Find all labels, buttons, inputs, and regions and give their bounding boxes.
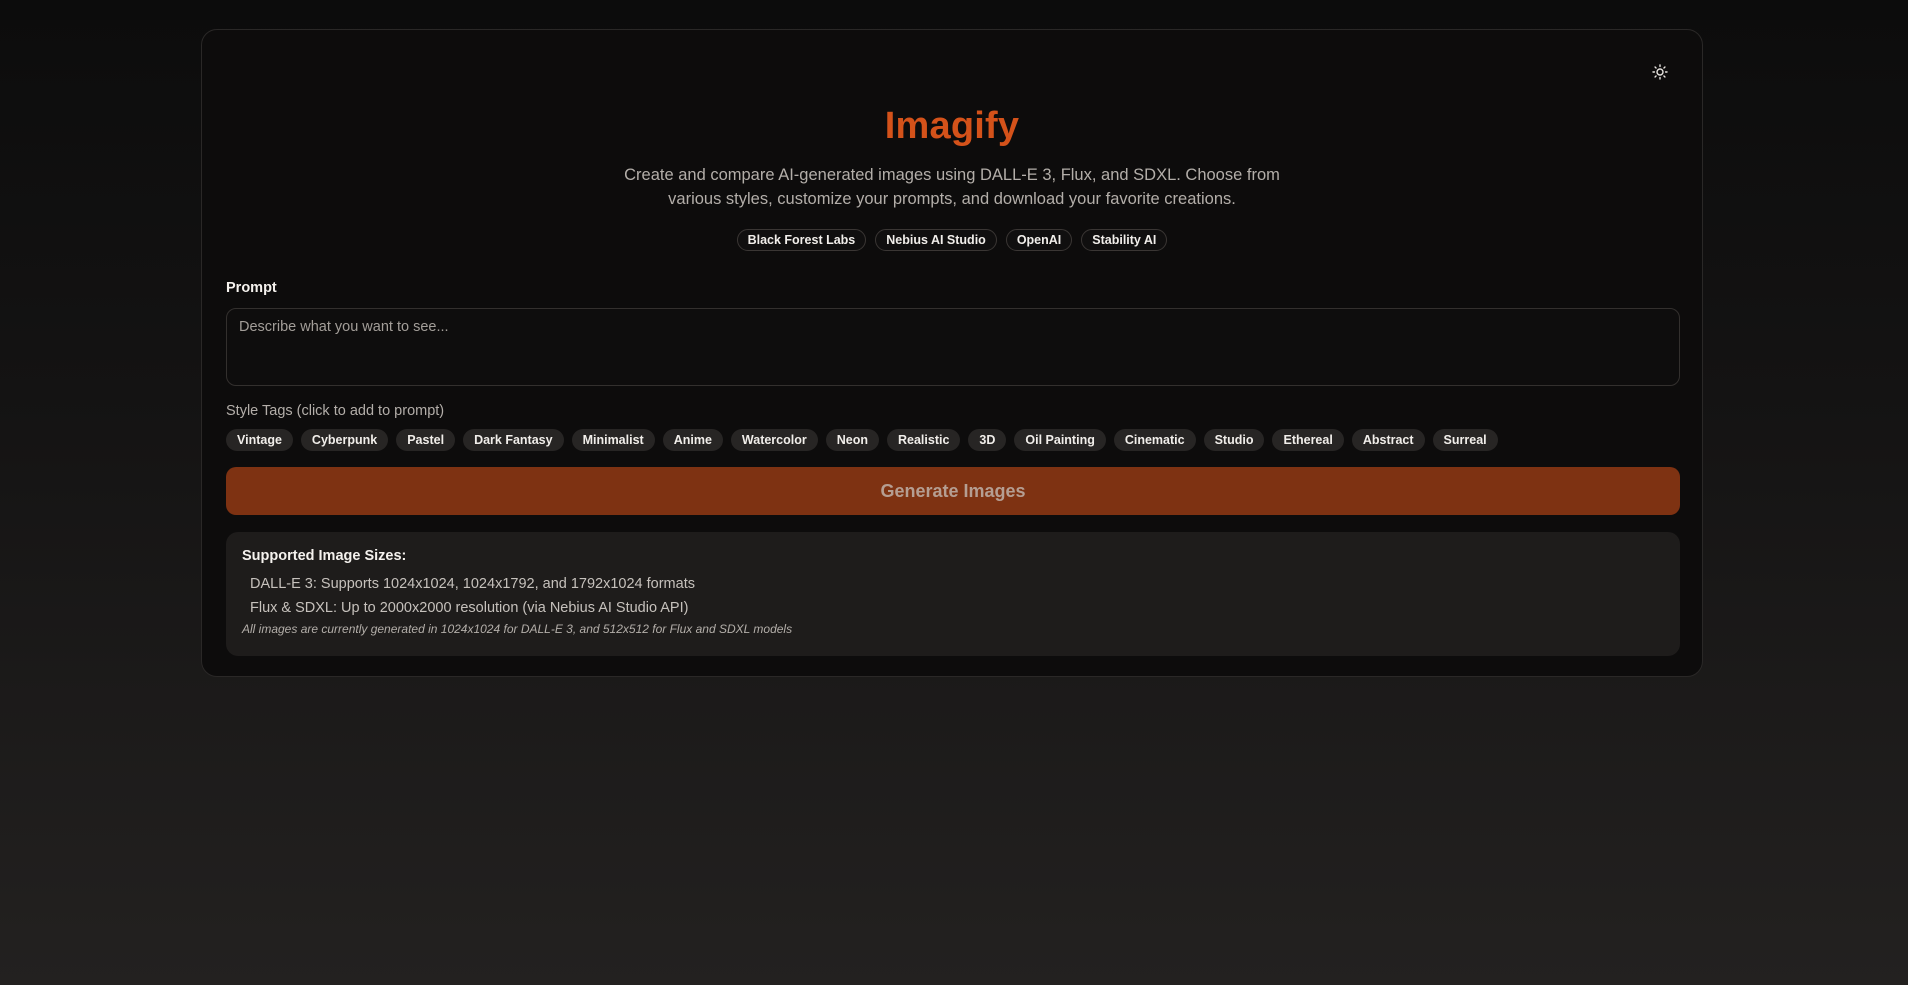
style-tag-3d[interactable]: 3D (968, 429, 1007, 451)
supported-sizes-title: Supported Image Sizes: (242, 548, 407, 564)
supported-sizes-note: All images are currently generated in 10… (242, 622, 793, 636)
provider-badge: OpenAI (1005, 229, 1073, 251)
style-tag-neon[interactable]: Neon (825, 429, 879, 451)
prompt-label: Prompt (226, 280, 277, 296)
style-tag-minimalist[interactable]: Minimalist (571, 429, 655, 451)
app-subtitle: Create and compare AI-generated images u… (624, 166, 1280, 208)
provider-badge: Black Forest Labs (736, 229, 867, 251)
style-tag-watercolor[interactable]: Watercolor (730, 429, 818, 451)
supported-sizes-panel: Supported Image Sizes: DALL-E 3: Support… (226, 532, 1680, 656)
supported-size-item: Flux & SDXL: Up to 2000x2000 resolution … (250, 600, 689, 616)
style-tag-vintage[interactable]: Vintage (226, 429, 293, 451)
provider-badges: Black Forest Labs Nebius AI Studio OpenA… (202, 229, 1702, 251)
style-tag-realistic[interactable]: Realistic (886, 429, 961, 451)
style-tag-abstract[interactable]: Abstract (1351, 429, 1425, 451)
style-tag-pastel[interactable]: Pastel (396, 429, 456, 451)
style-tag-anime[interactable]: Anime (662, 429, 723, 451)
provider-badge: Stability AI (1081, 229, 1168, 251)
style-tag-ethereal[interactable]: Ethereal (1272, 429, 1344, 451)
main-card: Imagify Create and compare AI-generated … (201, 29, 1703, 677)
theme-toggle-button[interactable] (1648, 60, 1672, 84)
generate-images-button[interactable]: Generate Images (226, 467, 1680, 515)
style-tag-dark-fantasy[interactable]: Dark Fantasy (463, 429, 564, 451)
app-title: Imagify (884, 105, 1020, 147)
style-tag-cinematic[interactable]: Cinematic (1113, 429, 1196, 451)
style-tags-label: Style Tags (click to add to prompt) (226, 403, 445, 419)
style-tag-surreal[interactable]: Surreal (1432, 429, 1498, 451)
style-tag-cyberpunk[interactable]: Cyberpunk (300, 429, 389, 451)
sun-icon (1652, 64, 1668, 80)
prompt-input[interactable] (226, 308, 1680, 386)
provider-badge: Nebius AI Studio (875, 229, 997, 251)
style-tags-list: Vintage Cyberpunk Pastel Dark Fantasy Mi… (226, 429, 1498, 451)
style-tag-oil-painting[interactable]: Oil Painting (1014, 429, 1106, 451)
style-tag-studio[interactable]: Studio (1203, 429, 1265, 451)
supported-size-item: DALL-E 3: Supports 1024x1024, 1024x1792,… (250, 576, 695, 592)
